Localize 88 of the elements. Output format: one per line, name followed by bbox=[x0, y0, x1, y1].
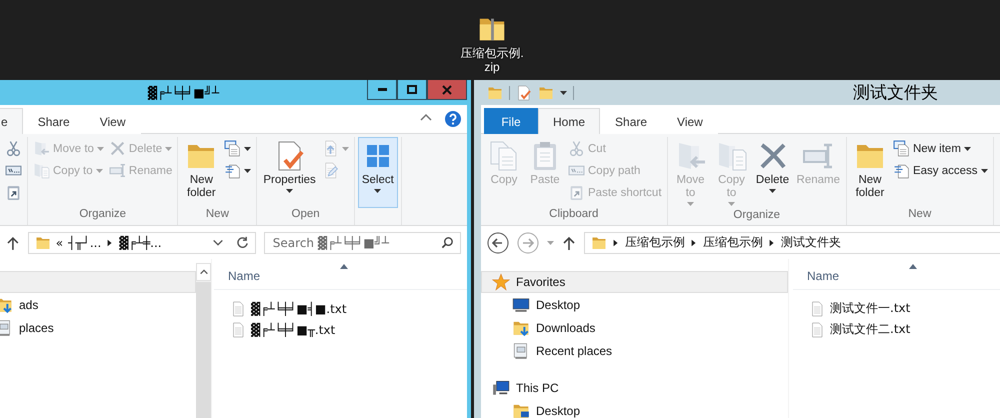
group-label: Organize bbox=[732, 209, 782, 223]
address-bar[interactable]: 压缩包示例 压缩包示例 测试文件夹 bbox=[584, 232, 1000, 254]
ribbon-button[interactable]: New folder bbox=[181, 137, 222, 208]
group-label: Organize bbox=[78, 208, 128, 222]
folder-download-icon bbox=[512, 319, 530, 337]
sort-arrow-icon bbox=[908, 263, 918, 269]
overflow-chevron[interactable]: « bbox=[56, 236, 64, 250]
nav-item[interactable]: Desktop bbox=[481, 400, 788, 418]
folder-arrow-icon bbox=[33, 140, 50, 157]
ribbon-button[interactable]: Select bbox=[358, 137, 398, 208]
nav-item[interactable]: Downloads bbox=[481, 317, 788, 339]
file-item[interactable]: ▓╒┴╘╪╛■╥.txt bbox=[214, 319, 467, 340]
search-icon bbox=[441, 236, 454, 249]
document-check-icon bbox=[516, 84, 532, 100]
ribbon-button[interactable] bbox=[222, 138, 254, 159]
document-lines-icon bbox=[224, 162, 242, 179]
refresh-icon bbox=[236, 236, 249, 249]
file-icon bbox=[230, 322, 246, 338]
recent-places-icon bbox=[0, 319, 13, 337]
address-bar[interactable]: « ┤╥┘... ▓╒┴╪... bbox=[28, 232, 256, 254]
document-lines-icon bbox=[892, 162, 910, 179]
window-title: 测试文件夹 bbox=[852, 82, 939, 104]
window-title: ▓╒┴╘╪╛■╝┴ bbox=[146, 86, 220, 100]
minimize-icon bbox=[378, 88, 386, 91]
close-icon bbox=[442, 84, 452, 94]
ribbon-button[interactable]: Properties bbox=[260, 137, 319, 208]
star-icon bbox=[492, 273, 510, 291]
ribbon-button[interactable]: Delete bbox=[752, 137, 793, 209]
document-window-icon bbox=[224, 140, 242, 157]
nav-item[interactable]: Recent places bbox=[481, 340, 788, 362]
group-label: New bbox=[907, 208, 932, 222]
monitor-icon bbox=[512, 296, 530, 314]
desktop-shortcut[interactable]: 压缩包示例.zip bbox=[458, 0, 526, 80]
group-label: New bbox=[204, 208, 230, 222]
group-label: Clipboard bbox=[548, 208, 600, 222]
file-icon bbox=[230, 300, 246, 316]
column-header[interactable]: Name bbox=[214, 263, 467, 290]
folder-monitor-icon bbox=[512, 402, 530, 418]
scissors-icon bbox=[568, 140, 585, 157]
sort-arrow-icon bbox=[339, 263, 349, 269]
close-button[interactable] bbox=[427, 80, 467, 100]
nav-item[interactable]: ads bbox=[0, 294, 196, 316]
ribbon-tab[interactable]: e bbox=[0, 108, 23, 134]
ribbon-tab[interactable]: File bbox=[484, 108, 538, 134]
up-arrow-icon bbox=[6, 236, 20, 250]
folder-icon bbox=[34, 234, 51, 250]
caret-icon bbox=[560, 90, 567, 94]
breadcrumb[interactable]: 压缩包示例 bbox=[703, 234, 763, 251]
ribbon-tab[interactable]: Home bbox=[538, 108, 600, 134]
column-header[interactable]: Name bbox=[793, 263, 1000, 290]
file-item[interactable]: 测试文件一.txt bbox=[793, 298, 1000, 319]
triangle-right-icon bbox=[690, 238, 698, 246]
recent-places-icon bbox=[512, 342, 530, 360]
file-item[interactable]: 测试文件二.txt bbox=[793, 319, 1000, 340]
nav-item[interactable]: This PC bbox=[481, 377, 788, 399]
scrollbar[interactable] bbox=[196, 263, 211, 418]
up-arrow-icon bbox=[562, 236, 576, 250]
group-label: Open bbox=[290, 208, 321, 222]
nav-item[interactable]: Desktop bbox=[481, 294, 788, 316]
document-window-icon bbox=[892, 140, 910, 157]
triangle-right-icon bbox=[612, 238, 620, 246]
folders-icon bbox=[33, 162, 50, 179]
ribbon-button[interactable]: Easy access bbox=[890, 160, 990, 181]
folder-icon bbox=[591, 234, 607, 250]
computer-icon bbox=[492, 379, 510, 397]
ribbon-button[interactable]: New folder bbox=[850, 137, 890, 208]
breadcrumb[interactable]: 压缩包示例 bbox=[625, 234, 685, 251]
triangle-right-icon bbox=[768, 238, 776, 246]
chevron-up-icon bbox=[198, 267, 208, 277]
file-item[interactable]: ▓╒┴╘╪╛■╡■.txt bbox=[214, 298, 467, 319]
text-field-icon bbox=[108, 162, 126, 179]
ribbon-button[interactable]: New item bbox=[890, 138, 990, 159]
breadcrumb[interactable]: ┤╥┘... bbox=[68, 236, 102, 250]
x-mark-icon bbox=[108, 140, 126, 157]
maximize-icon bbox=[407, 85, 417, 94]
folder-icon bbox=[538, 84, 554, 100]
breadcrumb[interactable]: ▓╒┴╪... bbox=[119, 236, 162, 250]
triangle-right-icon bbox=[106, 238, 114, 246]
folder-download-icon bbox=[0, 296, 13, 314]
file-icon bbox=[809, 322, 825, 338]
file-icon bbox=[809, 300, 825, 316]
scissors-icon bbox=[5, 140, 22, 157]
caret-icon bbox=[547, 240, 554, 244]
breadcrumb[interactable]: 测试文件夹 bbox=[781, 234, 841, 251]
nav-item[interactable]: places bbox=[0, 317, 196, 339]
minimize-button[interactable] bbox=[367, 80, 397, 100]
nav-item[interactable]: Favorites bbox=[481, 271, 788, 293]
search-field[interactable]: Search ▓╒┴╘╪╛■╝┴ bbox=[264, 232, 461, 254]
